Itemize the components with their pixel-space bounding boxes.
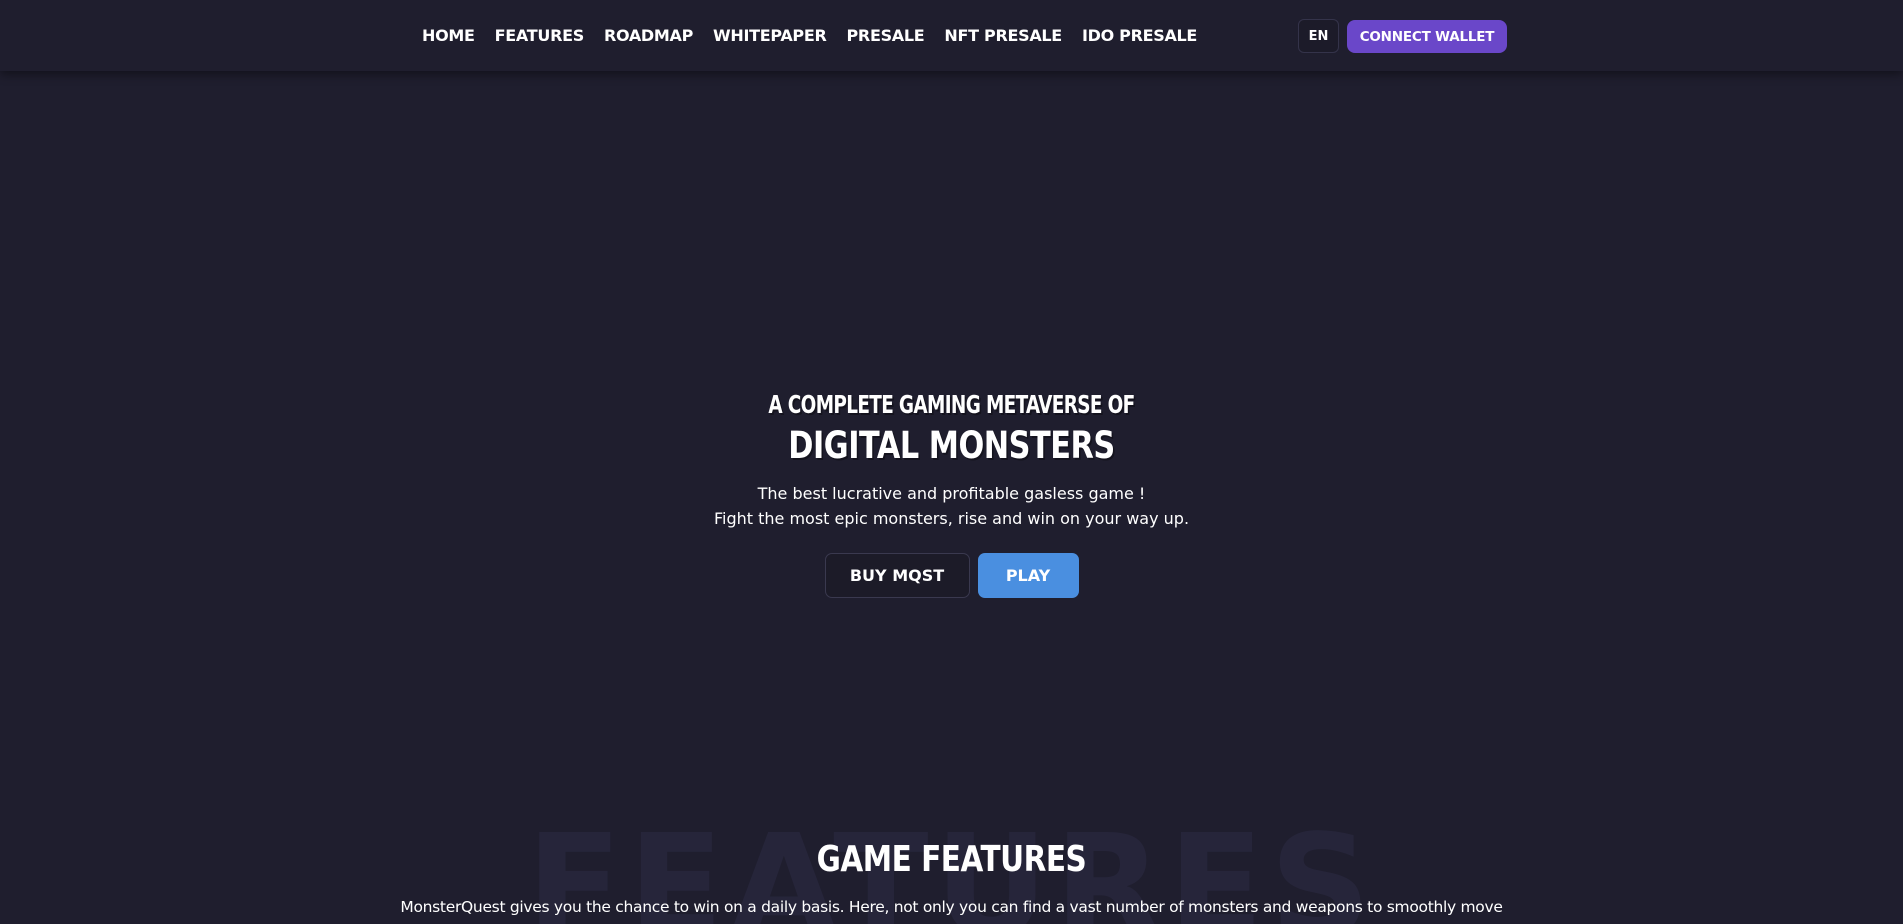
language-selector-button[interactable]: EN (1298, 19, 1339, 53)
connect-wallet-button[interactable]: CONNECT WALLET (1347, 20, 1507, 53)
buy-mqst-button[interactable]: BUY MQST (824, 553, 970, 598)
hero-subtitle: The best lucrative and profitable gasles… (0, 481, 1903, 531)
nav-nft-presale-link[interactable]: NFT PRESALE (944, 26, 1062, 45)
features-title: GAME FEATURES (816, 839, 1087, 880)
hero-subtitle-line-1: The best lucrative and profitable gasles… (757, 484, 1146, 503)
top-navbar: HOME FEATURES ROADMAP WHITEPAPER PRESALE… (0, 0, 1903, 71)
hero-section: A COMPLETE GAMING METAVERSE OF DIGITAL M… (0, 390, 1903, 531)
hero-buttons: BUY MQST PLAY (0, 553, 1903, 598)
nav-ido-presale-link[interactable]: IDO PRESALE (1082, 26, 1197, 45)
nav-home-link[interactable]: HOME (422, 26, 475, 45)
hero-subtitle-line-2: Fight the most epic monsters, rise and w… (713, 509, 1190, 528)
nav-whitepaper-link[interactable]: WHITEPAPER (713, 26, 827, 45)
play-button[interactable]: PLAY (977, 553, 1079, 598)
features-description: MonsterQuest gives you the chance to win… (400, 898, 1503, 916)
main-nav: HOME FEATURES ROADMAP WHITEPAPER PRESALE… (422, 0, 1197, 71)
nav-roadmap-link[interactable]: ROADMAP (604, 26, 693, 45)
nav-presale-link[interactable]: PRESALE (847, 26, 925, 45)
hero-pretitle: A COMPLETE GAMING METAVERSE OF (768, 390, 1135, 419)
page: HOME FEATURES ROADMAP WHITEPAPER PRESALE… (0, 0, 1903, 924)
nav-features-link[interactable]: FEATURES (495, 26, 585, 45)
hero-title: DIGITAL MONSTERS (788, 424, 1115, 467)
